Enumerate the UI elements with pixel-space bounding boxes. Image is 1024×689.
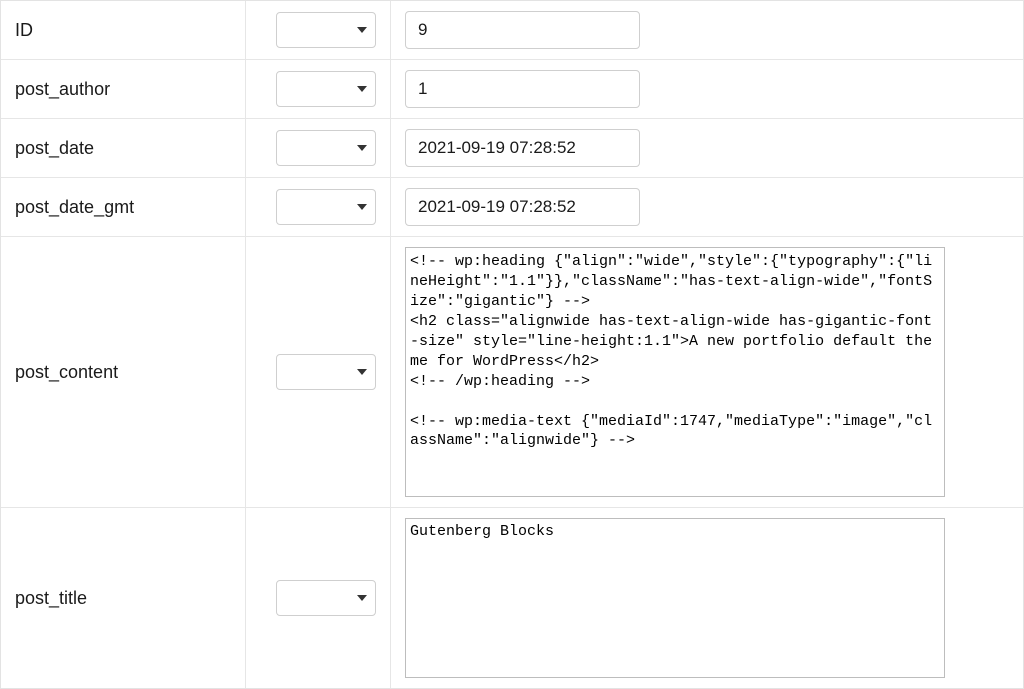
cell-value-post-date — [391, 119, 1023, 177]
field-label-post-author: post_author — [1, 60, 246, 118]
cell-value-post-author — [391, 60, 1023, 118]
textarea-post-title[interactable] — [405, 518, 945, 678]
field-label-post-content: post_content — [1, 237, 246, 507]
cell-dropdown-post-author — [246, 60, 391, 118]
dropdown-post-date-gmt[interactable] — [276, 189, 376, 225]
row-post-title: post_title — [1, 508, 1023, 688]
cell-dropdown-id — [246, 1, 391, 59]
db-record-table: ID post_author post_date — [0, 0, 1024, 689]
cell-dropdown-post-content — [246, 237, 391, 507]
dropdown-post-content[interactable] — [276, 354, 376, 390]
cell-value-post-content — [391, 237, 1023, 507]
cell-dropdown-post-date — [246, 119, 391, 177]
dropdown-post-title[interactable] — [276, 580, 376, 616]
row-post-date-gmt: post_date_gmt — [1, 178, 1023, 237]
chevron-down-icon — [357, 27, 367, 33]
input-post-date-gmt[interactable] — [405, 188, 640, 226]
chevron-down-icon — [357, 86, 367, 92]
textarea-post-content[interactable] — [405, 247, 945, 497]
cell-dropdown-post-date-gmt — [246, 178, 391, 236]
input-post-date[interactable] — [405, 129, 640, 167]
chevron-down-icon — [357, 204, 367, 210]
row-post-author: post_author — [1, 60, 1023, 119]
cell-dropdown-post-title — [246, 508, 391, 688]
cell-value-id — [391, 1, 1023, 59]
input-id[interactable] — [405, 11, 640, 49]
dropdown-id[interactable] — [276, 12, 376, 48]
input-post-author[interactable] — [405, 70, 640, 108]
chevron-down-icon — [357, 145, 367, 151]
field-label-post-date-gmt: post_date_gmt — [1, 178, 246, 236]
field-label-post-date: post_date — [1, 119, 246, 177]
field-label-post-title: post_title — [1, 508, 246, 688]
cell-value-post-date-gmt — [391, 178, 1023, 236]
row-id: ID — [1, 1, 1023, 60]
dropdown-post-date[interactable] — [276, 130, 376, 166]
chevron-down-icon — [357, 369, 367, 375]
row-post-content: post_content — [1, 237, 1023, 508]
field-label-id: ID — [1, 1, 246, 59]
chevron-down-icon — [357, 595, 367, 601]
row-post-date: post_date — [1, 119, 1023, 178]
cell-value-post-title — [391, 508, 1023, 688]
dropdown-post-author[interactable] — [276, 71, 376, 107]
